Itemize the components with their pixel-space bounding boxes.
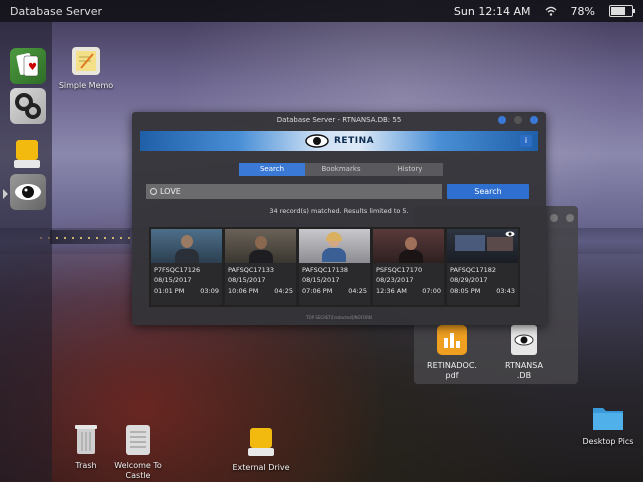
record-id: PAFSQC17182	[450, 266, 497, 274]
pdf-chart-icon	[437, 325, 467, 355]
trash-can-icon	[75, 425, 97, 454]
record-time: 10:06 PM	[228, 287, 259, 295]
external-drive-icon	[248, 428, 274, 456]
record-id: P7FSQC17126	[154, 266, 201, 274]
desktop-pics-folder-icon[interactable]: Desktop Pics	[578, 402, 638, 447]
svg-text:♥: ♥	[28, 62, 37, 73]
result-card[interactable]: P7FSQC17126 08/15/2017 01:01 PM 03:09	[151, 229, 222, 305]
pier-lights	[40, 237, 130, 239]
result-card[interactable]: PAFSQC17182 08/29/2017 08:05 PM 03:43	[447, 229, 518, 305]
dock: ♥	[0, 22, 52, 482]
record-duration: 03:09	[200, 287, 219, 295]
tab-bookmarks[interactable]: Bookmarks	[305, 163, 377, 176]
result-card[interactable]: PSFSQC17170 08/23/2017 12:36 AM 07:00	[373, 229, 444, 305]
desktop-pics-label: Desktop Pics	[582, 437, 634, 446]
clock[interactable]: Sun 12:14 AM	[454, 5, 531, 18]
info-button[interactable]: i	[520, 135, 532, 147]
retina-logo: RETINA	[305, 132, 374, 150]
window-titlebar[interactable]: Database Server - RTNANSA.DB: 55	[132, 112, 546, 128]
classification-footer: TOP SECRET/[redacted]/NOFORN	[306, 315, 372, 320]
welcome-label-line2: Castle	[125, 471, 151, 480]
simple-memo-label: Simple Memo	[58, 81, 114, 90]
minimize-button[interactable]	[498, 116, 506, 124]
record-date: 08/15/2017	[228, 276, 266, 284]
retinadoc-label-line1: RETINADOC.	[427, 361, 477, 370]
tab-bar: Search Bookmarks History	[239, 163, 443, 176]
video-thumbnail	[447, 229, 518, 263]
folder-icon	[593, 408, 623, 430]
menu-bar: Database Server Sun 12:14 AM 78%	[0, 0, 643, 22]
external-drive-dock-icon[interactable]	[10, 136, 46, 172]
battery-icon[interactable]	[609, 5, 635, 17]
record-duration: 04:25	[348, 287, 367, 295]
record-duration: 04:25	[274, 287, 293, 295]
external-drive-label: External Drive	[232, 463, 290, 472]
external-drive-desktop-icon[interactable]: External Drive	[228, 426, 294, 473]
running-indicator	[3, 189, 8, 199]
record-date: 08/23/2017	[376, 276, 414, 284]
results-status: 34 record(s) matched. Results limited to…	[269, 207, 409, 215]
wifi-icon[interactable]	[545, 6, 557, 16]
eye-badge-icon	[505, 231, 515, 237]
video-thumbnail	[225, 229, 296, 263]
record-duration: 03:43	[496, 287, 515, 295]
search-button[interactable]: Search	[447, 184, 529, 199]
settings-gears-icon[interactable]	[10, 88, 46, 124]
rtnansa-db-file[interactable]: RTNANSA .DB	[494, 324, 554, 381]
welcome-to-castle-desktop-icon[interactable]: Welcome To Castle	[110, 424, 166, 481]
record-time: 12:36 AM	[376, 287, 407, 295]
maximize-button[interactable]	[514, 116, 522, 124]
record-id: PSFSQC17170	[376, 266, 423, 274]
trash-desktop-icon[interactable]: Trash	[66, 424, 106, 471]
retinadoc-pdf-file[interactable]: RETINADOC. pdf	[422, 324, 482, 381]
video-thumbnail	[373, 229, 444, 263]
record-date: 08/29/2017	[450, 276, 488, 284]
record-date: 08/15/2017	[302, 276, 340, 284]
record-id: PAFSQC17133	[228, 266, 275, 274]
search-value: LOVE	[160, 187, 181, 196]
battery-percent: 78%	[570, 4, 595, 18]
video-thumbnail	[299, 229, 370, 263]
retina-eye-app-icon[interactable]	[10, 174, 46, 210]
result-card[interactable]: PAFSQC17133 08/15/2017 10:06 PM 04:25	[225, 229, 296, 305]
search-icon	[150, 188, 157, 195]
window-title: Database Server - RTNANSA.DB: 55	[276, 116, 402, 124]
welcome-label-line1: Welcome To	[114, 461, 162, 470]
record-duration: 07:00	[422, 287, 441, 295]
retina-banner: RETINA i	[140, 131, 538, 151]
close-button[interactable]	[530, 116, 538, 124]
memo-notepad-icon	[72, 47, 100, 75]
brand-name: RETINA	[334, 136, 375, 146]
rtnansa-label-line2: .DB	[516, 371, 532, 380]
close-button[interactable]	[566, 214, 574, 222]
retinadoc-label-line2: pdf	[445, 371, 459, 380]
record-time: 01:01 PM	[154, 287, 185, 295]
record-time: 07:06 PM	[302, 287, 333, 295]
document-icon	[126, 425, 150, 455]
record-id: PAFSQC17138	[302, 266, 349, 274]
result-card[interactable]: PAFSQC17138 08/15/2017 07:06 PM 04:25	[299, 229, 370, 305]
minimize-button[interactable]	[550, 214, 558, 222]
tab-history[interactable]: History	[377, 163, 443, 176]
active-app-name: Database Server	[10, 4, 103, 18]
video-thumbnail	[151, 229, 222, 263]
simple-memo-desktop-icon[interactable]: Simple Memo	[58, 46, 114, 91]
record-time: 08:05 PM	[450, 287, 481, 295]
rtnansa-label-line1: RTNANSA	[504, 361, 543, 370]
database-eye-icon	[511, 325, 537, 355]
tab-search[interactable]: Search	[239, 163, 305, 176]
solitaire-app-icon[interactable]: ♥	[10, 48, 46, 84]
record-date: 08/15/2017	[154, 276, 192, 284]
database-server-window: Database Server - RTNANSA.DB: 55 RETINA …	[132, 112, 546, 325]
trash-label: Trash	[75, 461, 97, 470]
search-input[interactable]: LOVE	[146, 184, 442, 199]
eye-logo-icon	[305, 134, 329, 148]
results-strip: P7FSQC17126 08/15/2017 01:01 PM 03:09 PA…	[149, 227, 520, 307]
